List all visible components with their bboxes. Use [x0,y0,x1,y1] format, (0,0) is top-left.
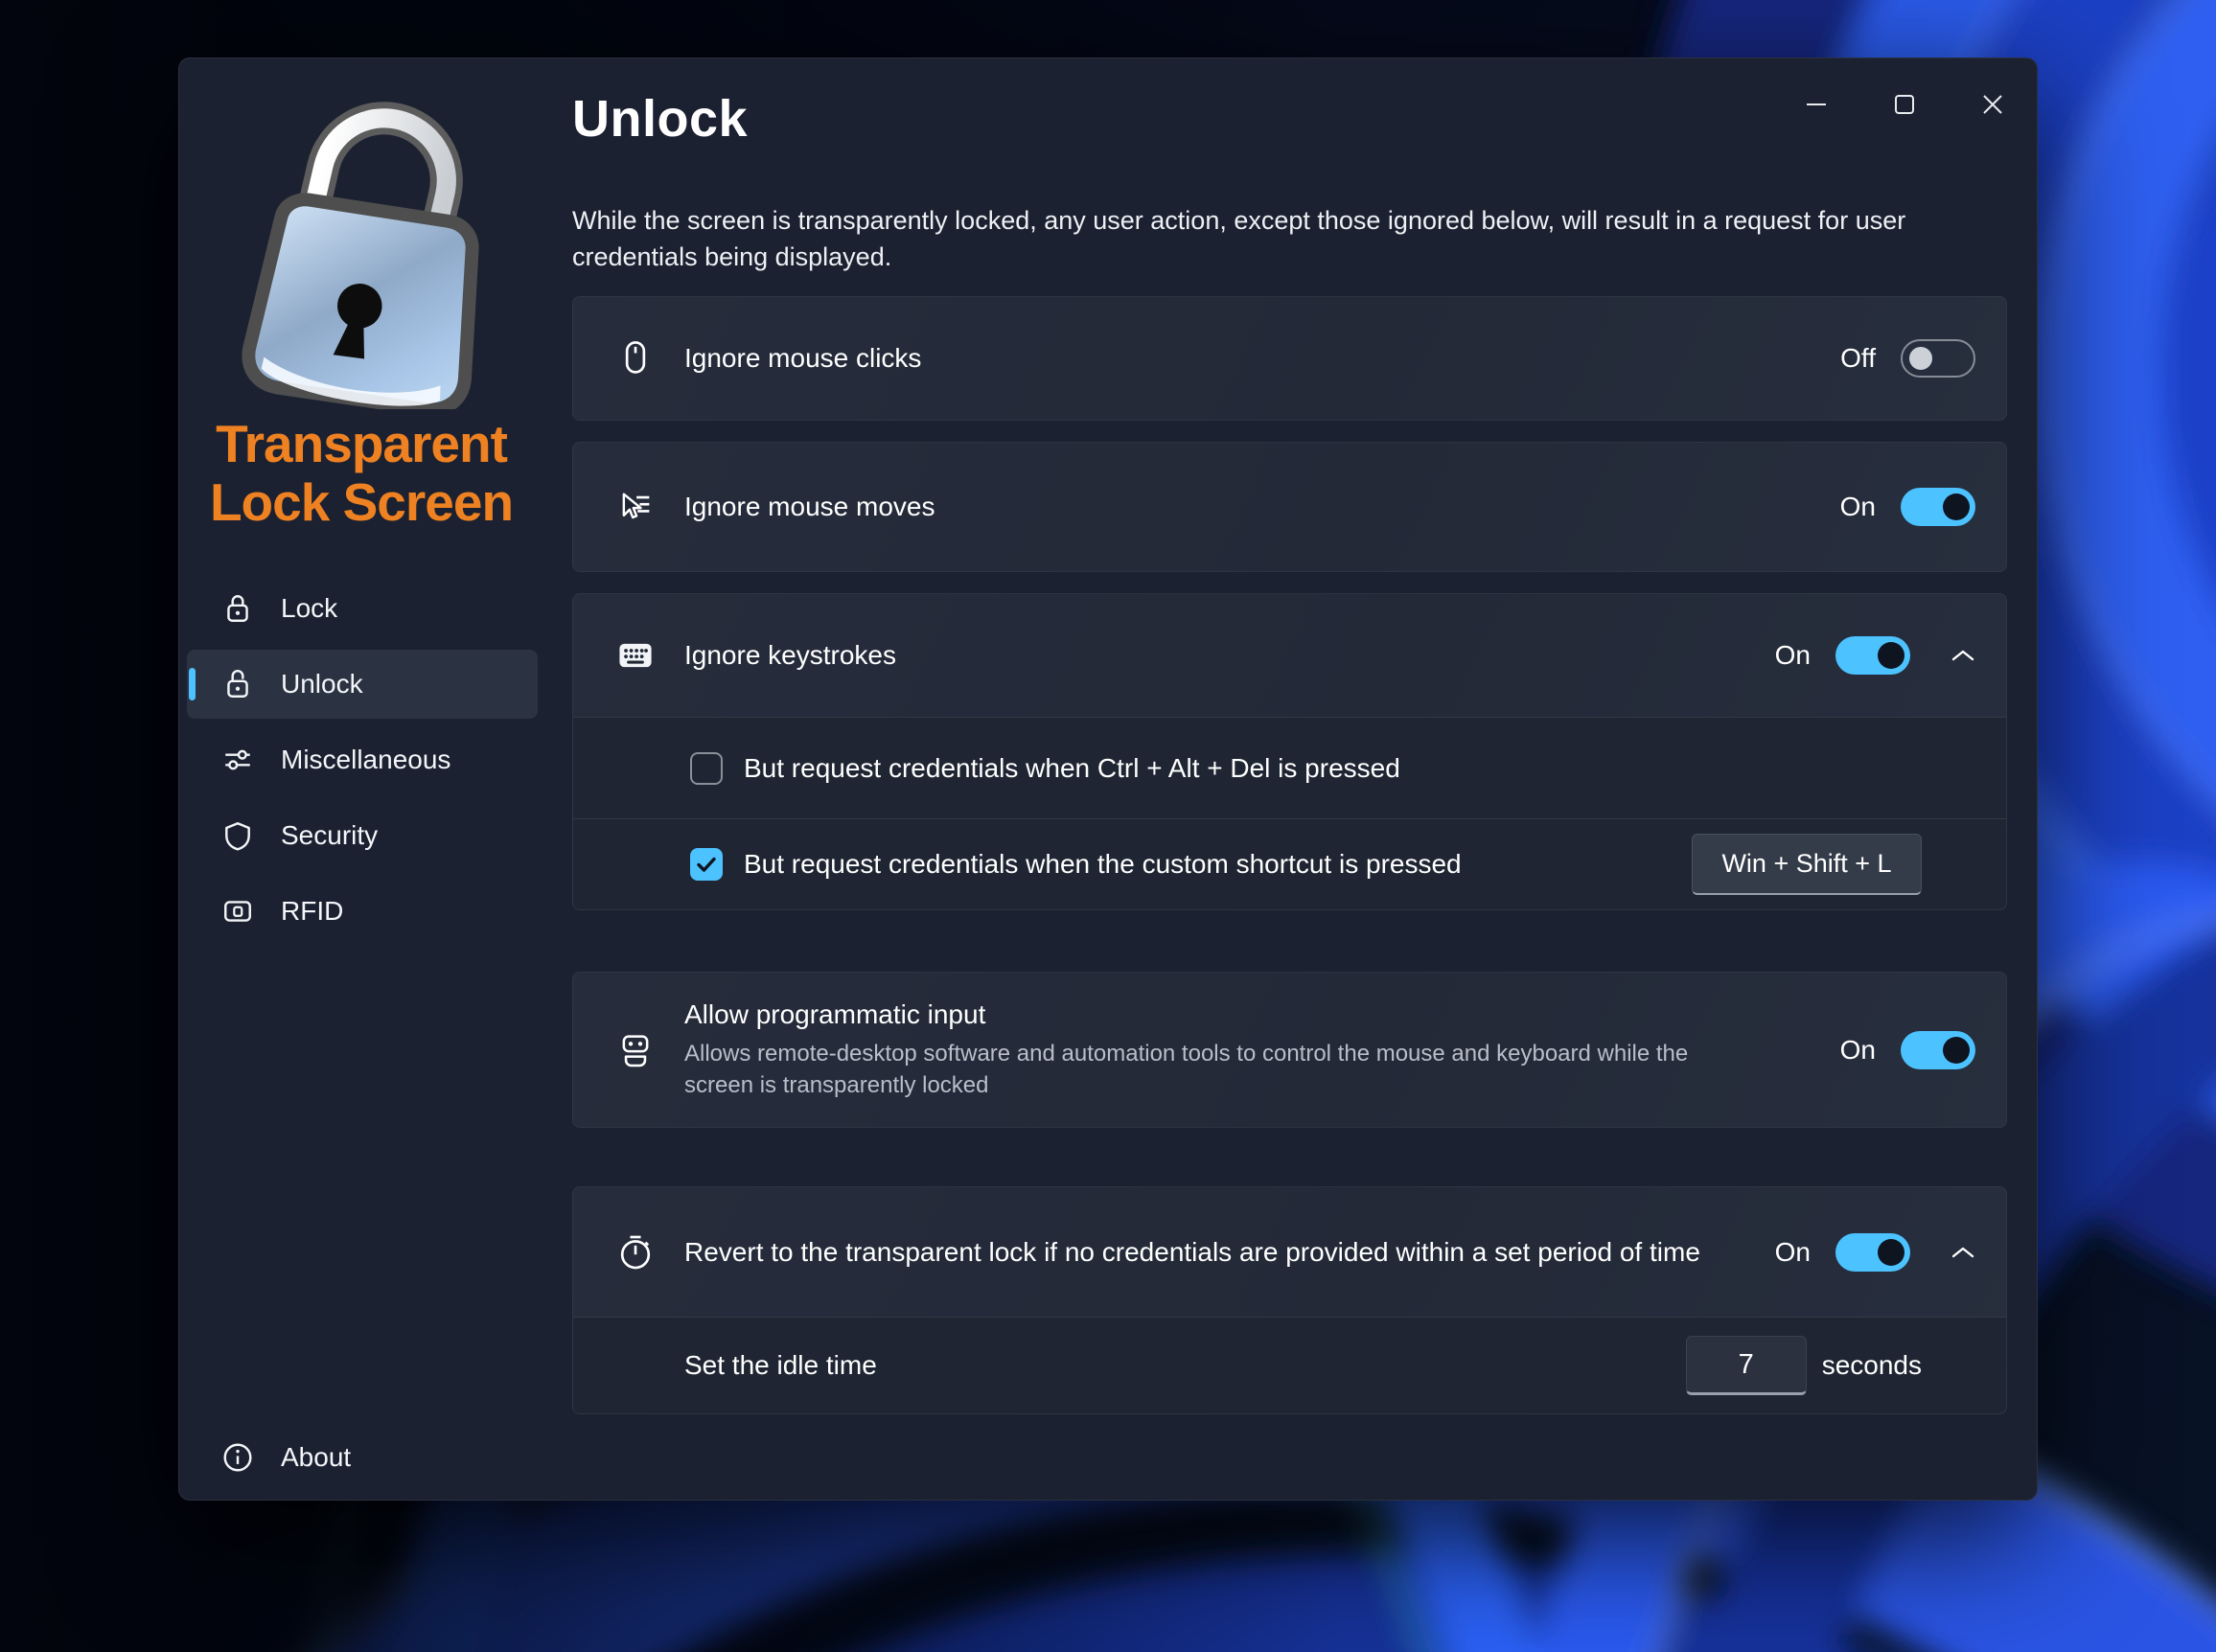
setting-label: Ignore mouse moves [684,492,935,521]
mouse-icon [625,341,646,374]
toggle-state-label: Off [1840,343,1876,373]
keyboard-icon [619,643,652,668]
programmatic-input-toggle[interactable] [1901,1030,1975,1069]
toggle-knob [1943,1036,1970,1064]
app-window: Transparent Lock Screen Lock Unlock Misc… [178,57,2038,1501]
shield-icon [225,822,250,851]
robot-icon [622,1034,649,1067]
settings-content: Unlock While the screen is transparently… [572,58,2007,1414]
toggle-state-label: On [1839,1034,1876,1065]
app-logo-text: Transparent Lock Screen [179,415,543,532]
rfid-card-icon [224,901,251,922]
custom-shortcut-checkbox[interactable] [690,848,723,881]
sidebar-item-lock[interactable]: Lock [187,574,538,643]
checkbox-label: But request credentials when Ctrl + Alt … [744,752,1400,783]
setting-card-ignore-mouse-clicks: Ignore mouse clicks Off [572,296,2007,421]
sidebar-item-about[interactable]: About [187,1423,538,1492]
sidebar-item-miscellaneous[interactable]: Miscellaneous [187,725,538,794]
sidebar-item-label: Security [281,820,379,850]
setting-row: Ignore mouse moves On [573,443,2006,571]
ignore-keystrokes-toggle[interactable] [1835,636,1910,675]
app-logo-lock-icon [219,83,517,409]
custom-shortcut-button[interactable]: Win + Shift + L [1692,834,1922,895]
sidebar-item-label: About [281,1442,352,1472]
selected-indicator [189,668,196,700]
sub-setting-row: Set the idle time seconds [573,1317,2006,1413]
toggle-knob [1878,642,1904,669]
sidebar-item-label: Lock [281,593,338,623]
sub-setting-row: But request credentials when Ctrl + Alt … [573,717,2006,818]
expander-header[interactable]: Revert to the transparent lock if no cre… [573,1187,2006,1317]
setting-label: Ignore mouse clicks [684,343,922,373]
logo-line1: Transparent [216,414,508,473]
collapse-chevron[interactable] [1931,1245,1975,1260]
sidebar: Transparent Lock Screen Lock Unlock Misc… [179,58,558,1500]
toggle-knob [1878,1238,1904,1266]
setting-card-ignore-keystrokes: Ignore keystrokes On But request credent… [572,593,2007,910]
setting-label: Allow programmatic input [684,998,986,1029]
setting-row: Allow programmatic input Allows remote-d… [573,973,2006,1127]
lock-icon [227,595,248,622]
sidebar-item-label: Unlock [281,669,363,699]
sub-setting-row: But request credentials when the custom … [573,818,2006,909]
checkmark-icon [697,857,716,872]
timer-icon [620,1235,651,1269]
page-description: While the screen is transparently locked… [572,206,1906,271]
setting-card-programmatic-input: Allow programmatic input Allows remote-d… [572,972,2007,1128]
ignore-mouse-moves-toggle[interactable] [1901,488,1975,526]
sidebar-item-label: Miscellaneous [281,745,451,774]
toggle-state-label: On [1774,1236,1811,1267]
setting-card-revert-lock: Revert to the transparent lock if no cre… [572,1186,2007,1414]
ctrl-alt-del-checkbox[interactable] [690,751,723,785]
chevron-up-icon [1951,1247,1974,1257]
idle-time-input[interactable] [1685,1336,1807,1395]
sidebar-item-rfid[interactable]: RFID [187,877,538,946]
unlock-icon [227,670,248,698]
setting-label: Set the idle time [684,1350,877,1380]
info-icon [223,1443,252,1472]
checkbox-label: But request credentials when the custom … [744,849,1462,879]
setting-card-ignore-mouse-moves: Ignore mouse moves On [572,442,2007,572]
logo-line2: Lock Screen [209,472,514,532]
sidebar-item-label: RFID [281,896,344,926]
chevron-up-icon [1951,650,1974,661]
collapse-chevron[interactable] [1931,648,1975,663]
cursor-move-icon [622,493,650,519]
toggle-knob [1943,493,1970,520]
revert-lock-toggle[interactable] [1835,1232,1910,1272]
sidebar-item-security[interactable]: Security [187,801,538,870]
setting-description: Allows remote-desktop software and autom… [684,1040,1689,1098]
toggle-state-label: On [1774,640,1811,670]
setting-label: Revert to the transparent lock if no cre… [684,1236,1700,1267]
setting-label: Ignore keystrokes [684,640,896,670]
page-title: Unlock [572,90,749,148]
ignore-mouse-clicks-toggle[interactable] [1901,339,1975,378]
toggle-state-label: On [1839,492,1876,521]
sidebar-nav: Lock Unlock Miscellaneous Security RFID [187,574,538,952]
sliders-icon [225,749,250,770]
sidebar-item-unlock[interactable]: Unlock [187,650,538,719]
setting-row: Ignore mouse clicks Off [573,297,2006,420]
toggle-knob [1909,347,1932,370]
expander-header[interactable]: Ignore keystrokes On [573,594,2006,717]
idle-time-unit: seconds [1821,1350,1922,1380]
